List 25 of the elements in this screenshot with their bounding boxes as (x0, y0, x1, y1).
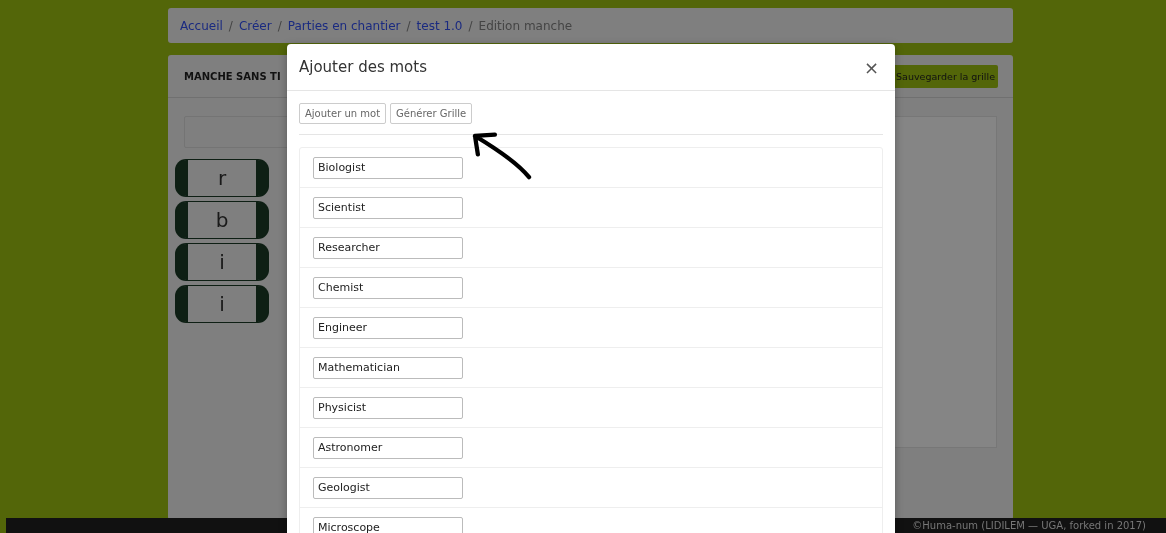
word-field[interactable]: Scientist (313, 196, 463, 219)
close-button[interactable]: × (859, 56, 883, 78)
action-button[interactable]: Ajouter un mot (299, 103, 387, 124)
breadcrumb-separator: / (468, 18, 473, 33)
letter-tile[interactable]: b (176, 202, 268, 238)
word-field[interactable]: Astronomer (313, 436, 463, 459)
action-button[interactable]: Générer Grille (390, 103, 473, 124)
breadcrumb-separator: / (277, 18, 282, 33)
card-title: MANCHE SANS TI (184, 70, 281, 82)
footer-text: ©Huma-num (LIDILEM — UGA, forked in 2017) (912, 519, 1146, 533)
breadcrumb-separator: / (406, 18, 411, 33)
word-field[interactable]: Chemist (313, 276, 463, 299)
modal-title: Ajouter des mots (299, 58, 427, 76)
word-field[interactable]: Physicist (313, 396, 463, 419)
letter-tile[interactable]: i (176, 244, 268, 280)
breadcrumb-current: Edition manche (478, 18, 573, 33)
word-field[interactable]: Engineer (313, 316, 463, 339)
word-field[interactable]: Geologist (313, 476, 463, 499)
breadcrumb-separator: / (228, 18, 233, 33)
word-field[interactable]: Microscope (313, 516, 463, 533)
word-field[interactable]: Mathematician (313, 356, 463, 379)
word-field[interactable]: Biologist (313, 156, 463, 179)
word-field[interactable]: Researcher (313, 236, 463, 259)
letter-tile[interactable]: r (176, 160, 268, 196)
letter-tile[interactable]: i (176, 286, 268, 322)
